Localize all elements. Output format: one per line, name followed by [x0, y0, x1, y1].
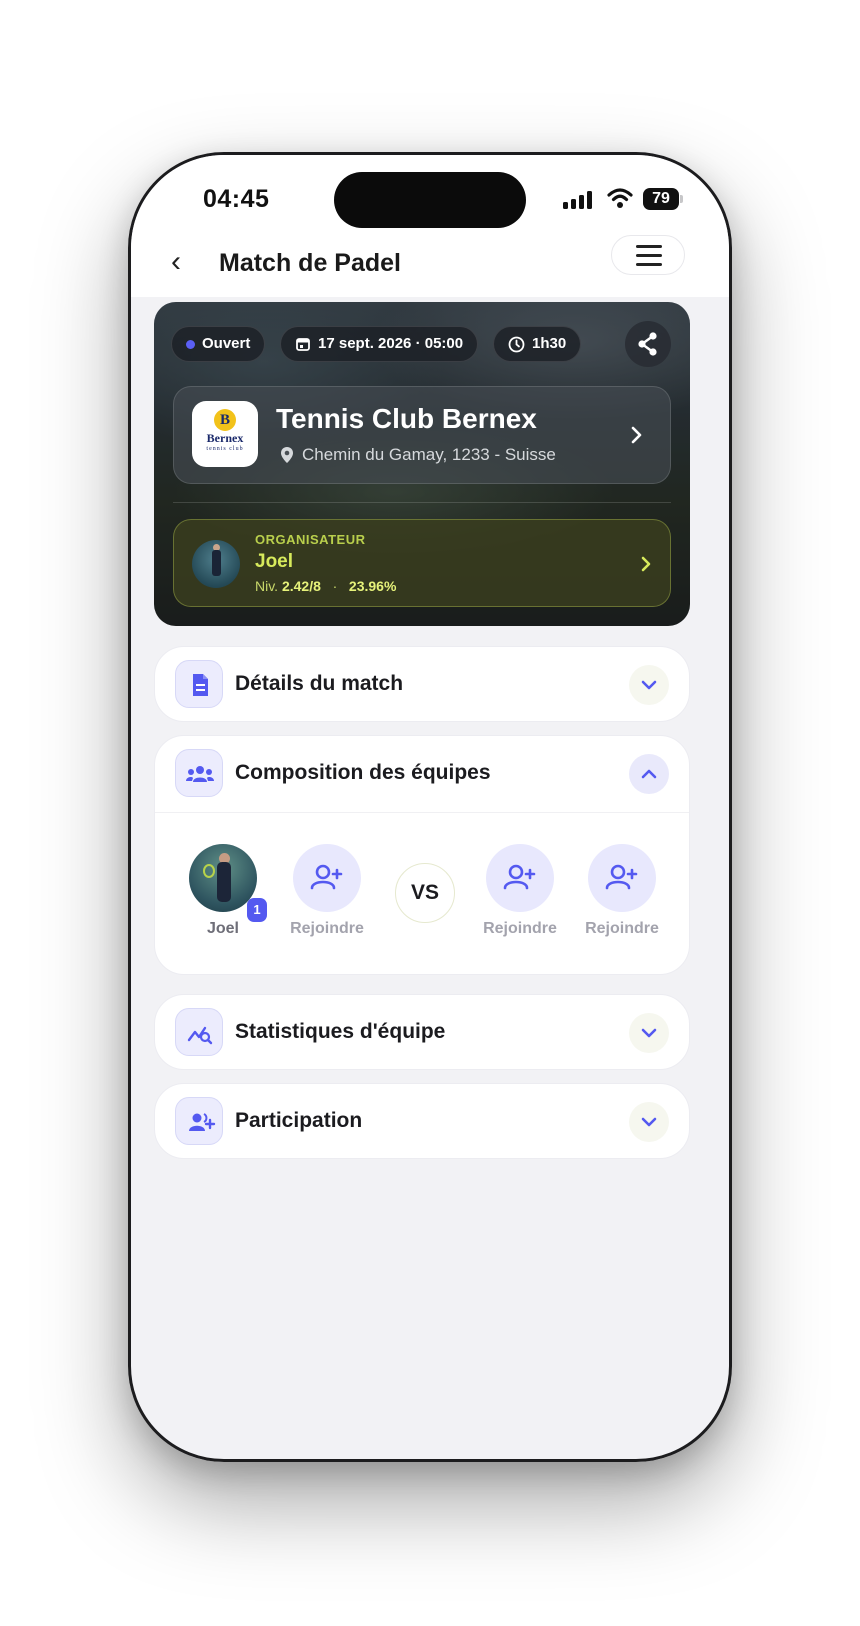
chevron-down-icon — [641, 680, 657, 690]
calendar-icon — [296, 338, 310, 351]
club-address-row: Chemin du Gamay, 1233 - Suisse — [280, 445, 556, 465]
organizer-label: ORGANISATEUR — [255, 532, 366, 547]
battery-indicator: 79 — [643, 188, 679, 210]
status-chip: Ouvert — [171, 326, 266, 362]
teams-collapse-button[interactable] — [629, 754, 669, 794]
menu-button[interactable] — [611, 235, 685, 275]
join-slot-team2-a[interactable]: Rejoindre — [477, 844, 563, 938]
details-expand-button[interactable] — [629, 665, 669, 705]
organizer-percent: 23.96% — [348, 578, 397, 594]
club-logo-letter: B — [214, 409, 236, 431]
teams-divider — [155, 812, 689, 813]
player-avatar: 1 — [189, 844, 267, 922]
organizer-card[interactable]: ORGANISATEUR Joel Niv. 2.42/8 · 23.96% — [173, 519, 671, 607]
nav-bar: ‹ Match de Padel — [131, 235, 729, 297]
join-slot-team1[interactable]: Rejoindre — [284, 844, 370, 938]
join-button[interactable] — [293, 844, 361, 912]
user-plus-icon — [605, 864, 638, 890]
back-chevron-icon[interactable]: ‹ — [171, 245, 181, 279]
hero-divider — [173, 502, 671, 503]
status-time: 04:45 — [203, 185, 270, 213]
location-pin-icon — [281, 447, 293, 463]
share-button[interactable] — [625, 321, 671, 367]
status-dot — [186, 339, 195, 349]
join-slot-team2-b[interactable]: Rejoindre — [579, 844, 665, 938]
stats-separator: · — [332, 578, 338, 594]
user-plus-icon — [175, 1097, 223, 1145]
chevron-right-icon — [631, 426, 642, 444]
player-badge: 1 — [247, 898, 267, 922]
level-prefix: Niv. — [255, 578, 279, 594]
wifi-icon — [607, 188, 633, 208]
club-card[interactable]: B Bernex tennis club Tennis Club Bernex … — [173, 386, 671, 484]
stats-search-icon — [175, 1008, 223, 1056]
organizer-level: 2.42/8 — [281, 578, 321, 594]
stats-expand-button[interactable] — [629, 1013, 669, 1053]
date-chip-label: 17 sept. 2026 · 05:00 — [318, 335, 464, 352]
status-chip-label: Ouvert — [202, 335, 251, 352]
organizer-stats: Niv. 2.42/8 · 23.96% — [255, 578, 396, 594]
organizer-name: Joel — [255, 551, 294, 572]
join-label: Rejoindre — [483, 920, 557, 937]
dynamic-island — [334, 172, 526, 228]
join-label: Rejoindre — [290, 920, 364, 937]
signal-icon — [563, 191, 595, 209]
player-name: Joel — [206, 920, 239, 937]
versus-badge: VS — [395, 863, 455, 923]
teams-title: Composition des équipes — [235, 761, 491, 784]
join-button[interactable] — [588, 844, 656, 912]
participation-expand-button[interactable] — [629, 1102, 669, 1142]
teams-section: Composition des équipes 1 Joel Rejoindre… — [154, 735, 690, 975]
details-title: Détails du match — [235, 672, 404, 695]
club-logo-name: Bernex — [206, 431, 244, 445]
document-icon — [175, 660, 223, 708]
share-icon — [638, 332, 657, 356]
join-label: Rejoindre — [585, 920, 659, 937]
user-plus-icon — [310, 864, 343, 890]
participation-section[interactable]: Participation — [154, 1083, 690, 1159]
stats-title: Statistiques d'équipe — [235, 1020, 446, 1043]
clock-icon — [508, 336, 525, 352]
menu-icon — [636, 245, 662, 248]
phone-frame: 04:45 79 ‹ Match de Padel Ouvert 17 sept… — [128, 152, 732, 1462]
match-hero-card: Ouvert 17 sept. 2026 · 05:00 1h30 B Bern… — [154, 302, 690, 626]
duration-chip: 1h30 — [493, 326, 582, 362]
user-plus-icon — [503, 864, 536, 890]
team-icon — [175, 749, 223, 797]
page-title: Match de Padel — [219, 249, 401, 277]
status-bar: 04:45 79 — [131, 155, 729, 245]
battery-cap — [680, 195, 683, 203]
club-name: Tennis Club Bernex — [276, 403, 537, 434]
organizer-avatar — [192, 540, 240, 588]
stats-section[interactable]: Statistiques d'équipe — [154, 994, 690, 1070]
join-button[interactable] — [486, 844, 554, 912]
date-chip: 17 sept. 2026 · 05:00 — [280, 326, 479, 362]
club-logo: B Bernex tennis club — [192, 401, 258, 467]
club-address: Chemin du Gamay, 1233 - Suisse — [302, 445, 556, 464]
chevron-up-icon — [641, 769, 657, 779]
chevron-right-icon — [641, 556, 651, 572]
participation-title: Participation — [235, 1109, 363, 1132]
chevron-down-icon — [641, 1028, 657, 1038]
details-section[interactable]: Détails du match — [154, 646, 690, 722]
player-slot-joel[interactable]: 1 Joel — [180, 844, 267, 938]
club-logo-sub: tennis club — [206, 446, 244, 452]
chevron-down-icon — [641, 1117, 657, 1127]
duration-chip-label: 1h30 — [532, 335, 567, 352]
